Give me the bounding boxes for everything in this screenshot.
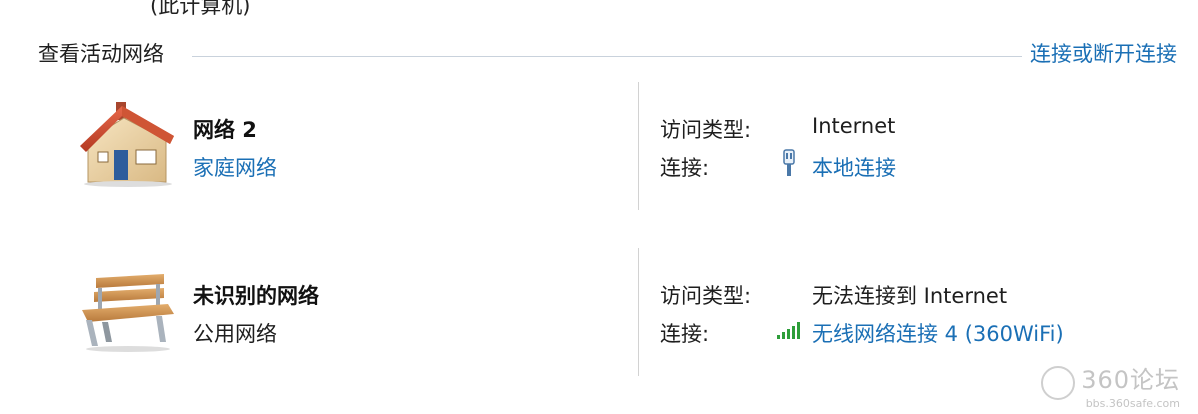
section-title: 查看活动网络 — [38, 42, 164, 66]
ethernet-icon — [783, 149, 795, 176]
watermark-text: 360论坛 — [1081, 365, 1180, 394]
watermark: 360论坛 bbs.360safe.com — [1041, 360, 1180, 410]
connection-label: 连接: — [660, 322, 710, 346]
network-row-2: 未识别的网络 公用网络 访问类型: 无法连接到 Internet 连接: 无线网… — [0, 246, 1198, 386]
computer-label: (此计算机) — [150, 0, 251, 18]
network-type-label: 公用网络 — [193, 322, 277, 346]
network-type-link[interactable]: 家庭网络 — [193, 152, 277, 182]
connection-label: 连接: — [660, 156, 710, 180]
section-divider — [192, 56, 1022, 57]
wifi-signal-icon — [777, 322, 800, 339]
column-divider — [638, 82, 639, 210]
access-type-label: 访问类型: — [660, 118, 752, 142]
connect-disconnect-link[interactable]: 连接或断开连接 — [1030, 38, 1177, 68]
connection-link[interactable]: 无线网络连接 4 (360WiFi) — [812, 318, 1064, 348]
column-divider — [638, 248, 639, 376]
network-name: 网络 2 — [193, 118, 257, 142]
access-type-value: Internet — [812, 114, 896, 138]
bench-icon — [82, 274, 174, 352]
access-type-label: 访问类型: — [660, 284, 752, 308]
home-icon — [80, 102, 174, 187]
connection-link[interactable]: 本地连接 — [812, 152, 896, 182]
watermark-logo-icon — [1041, 366, 1076, 400]
access-type-value: 无法连接到 Internet — [812, 284, 1008, 308]
network-name: 未识别的网络 — [193, 284, 319, 308]
network-row-1: 网络 2 家庭网络 访问类型: Internet 连接: 本地连接 — [0, 80, 1198, 220]
